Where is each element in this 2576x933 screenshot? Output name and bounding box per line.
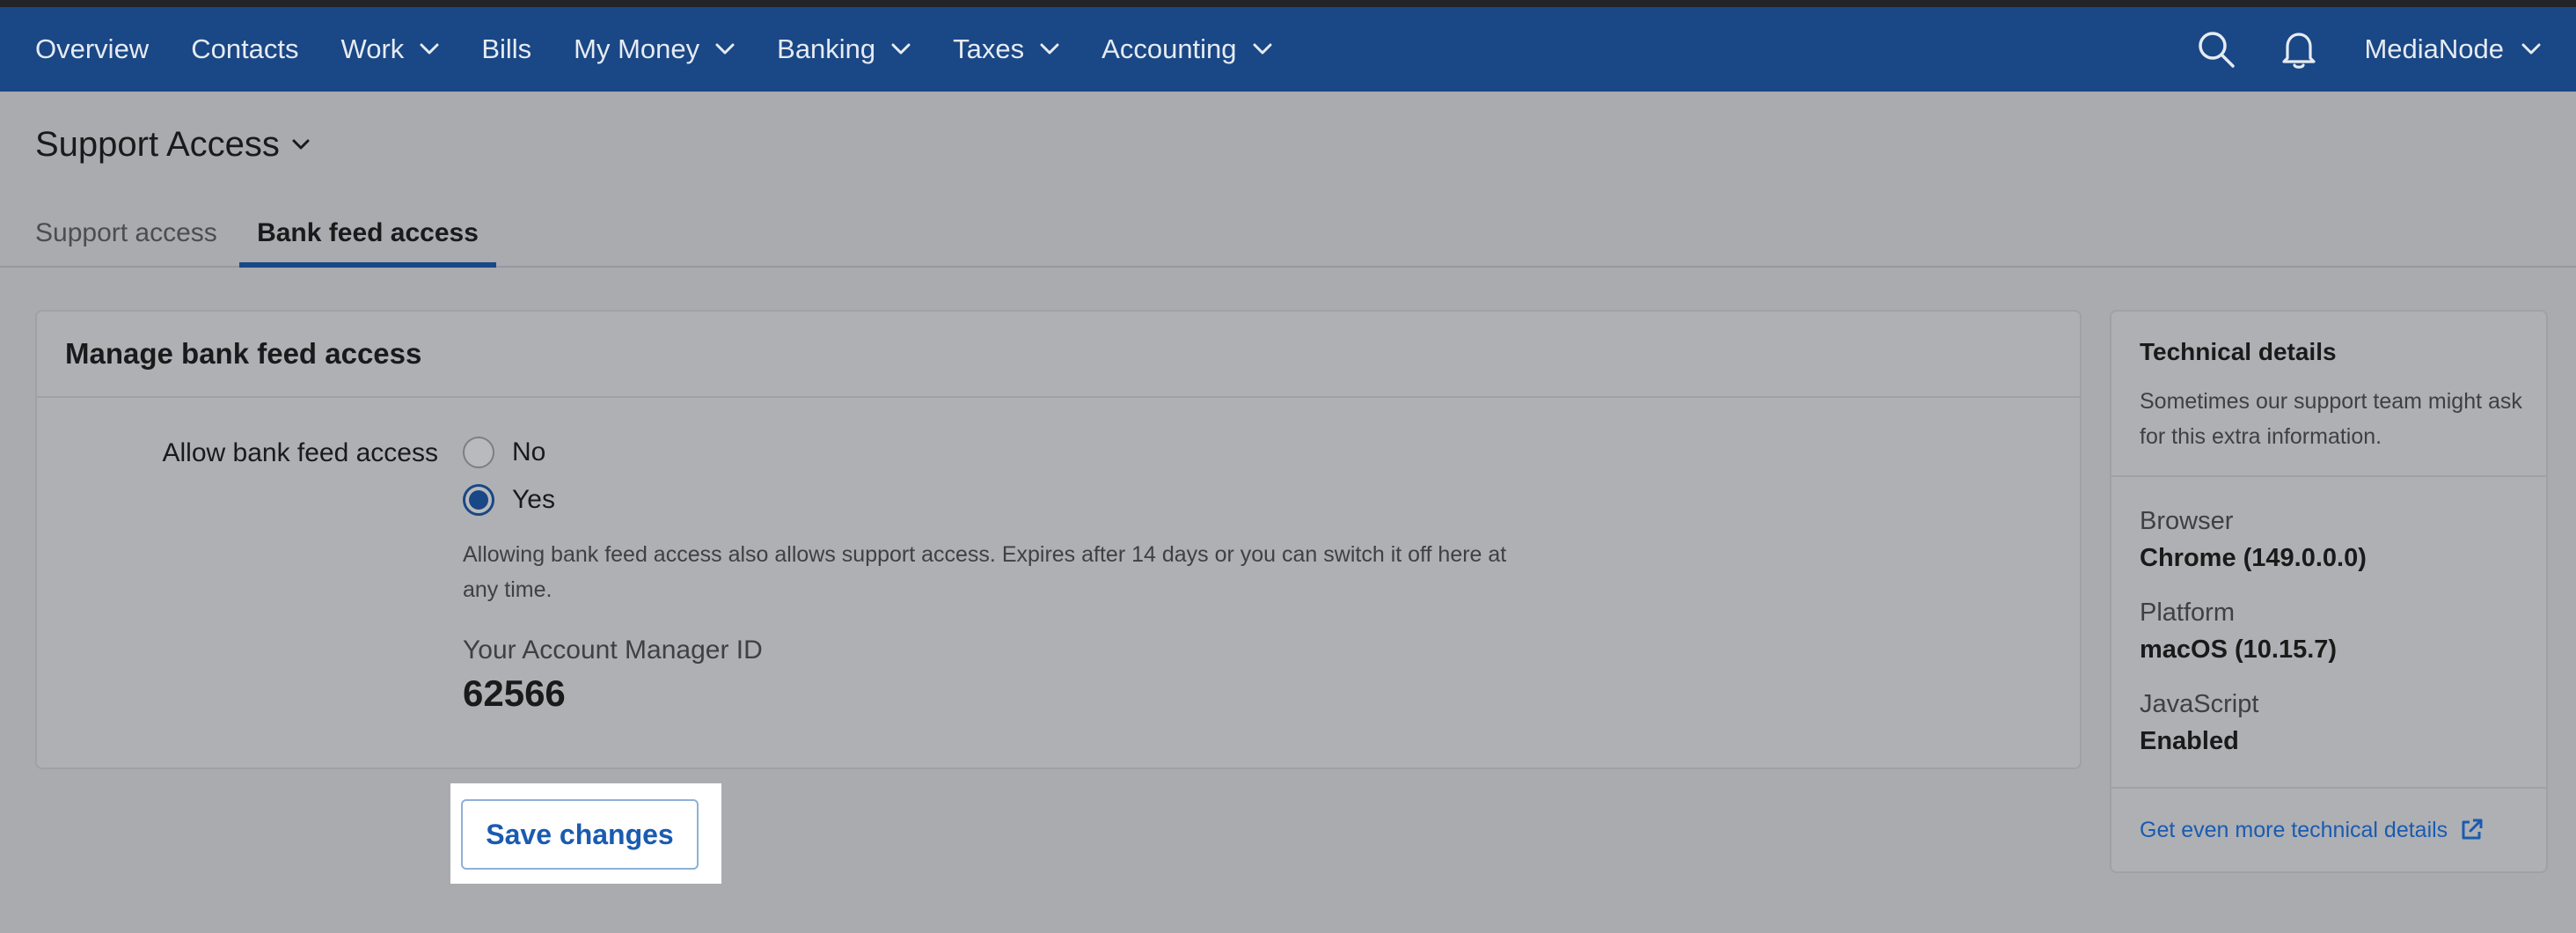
user-menu-label: MediaNode [2364, 33, 2504, 64]
radio-option-no[interactable]: No [463, 437, 545, 468]
tab-bank-feed-access[interactable]: Bank feed access [239, 199, 496, 268]
tab-label: Bank feed access [257, 218, 479, 247]
nav-item-contacts[interactable]: Contacts [191, 7, 298, 92]
javascript-value: Enabled [2140, 727, 2239, 755]
chevron-down-icon [2521, 43, 2541, 55]
tab-support-access[interactable]: Support access [35, 199, 217, 268]
technical-details-card: Technical details Sometimes our support … [2110, 310, 2548, 873]
chevron-down-icon [292, 139, 310, 150]
browser-value: Chrome (149.0.0.0) [2140, 544, 2367, 572]
radio-label: Yes [512, 485, 555, 514]
divider [2111, 475, 2546, 477]
platform-value: macOS (10.15.7) [2140, 635, 2338, 664]
radio-option-yes[interactable]: Yes [463, 484, 555, 516]
account-manager-label: Your Account Manager ID [463, 635, 763, 665]
nav-item-taxes[interactable]: Taxes [953, 7, 1059, 92]
nav-item-bills[interactable]: Bills [481, 7, 531, 92]
more-technical-details-link[interactable]: Get even more technical details [2140, 817, 2485, 843]
save-button-highlight: Save changes [450, 783, 721, 884]
nav-item-overview[interactable]: Overview [35, 7, 149, 92]
nav-item-label: Accounting [1101, 33, 1237, 64]
nav-item-label: Banking [777, 33, 876, 64]
radio-button[interactable] [463, 437, 494, 468]
technical-details-description: Sometimes our support team might ask for… [2140, 389, 2522, 449]
radio-button[interactable] [463, 484, 494, 516]
nav-item-label: Work [340, 33, 405, 64]
nav-item-banking[interactable]: Banking [777, 7, 911, 92]
nav-menu: Overview Contacts Work Bills My Money Ba… [35, 7, 1314, 92]
nav-item-label: My Money [574, 33, 700, 64]
divider [2111, 787, 2546, 789]
radio-label: No [512, 437, 546, 466]
platform-label: Platform [2140, 599, 2235, 627]
page-title: Support Access [35, 125, 280, 164]
nav-item-my-money[interactable]: My Money [574, 7, 735, 92]
nav-item-label: Contacts [191, 33, 299, 64]
search-icon[interactable] [2195, 28, 2237, 70]
chevron-down-icon [715, 43, 735, 55]
field-label: Allow bank feed access [162, 438, 438, 467]
nav-item-label: Taxes [953, 33, 1025, 64]
top-navbar: Overview Contacts Work Bills My Money Ba… [0, 7, 2576, 92]
bell-icon[interactable] [2278, 28, 2320, 70]
external-link-icon [2462, 819, 2483, 840]
user-menu[interactable]: MediaNode [2364, 33, 2541, 65]
window-top-strip [0, 0, 2576, 7]
manage-bank-feed-card: Manage bank feed access Allow bank feed … [35, 310, 2082, 769]
browser-label: Browser [2140, 507, 2234, 535]
javascript-label: JavaScript [2140, 690, 2259, 718]
chevron-down-icon [891, 43, 911, 55]
chevron-down-icon [1253, 43, 1272, 55]
tab-label: Support access [35, 218, 217, 247]
nav-item-accounting[interactable]: Accounting [1101, 7, 1272, 92]
nav-actions: MediaNode [2155, 7, 2541, 92]
tab-bar: Support access Bank feed access [0, 199, 2576, 268]
page-title-dropdown[interactable]: Support Access [35, 125, 310, 165]
chevron-down-icon [420, 43, 439, 55]
nav-item-label: Bills [481, 33, 532, 64]
link-label: Get even more technical details [2140, 817, 2448, 842]
radio-selected-dot [469, 490, 488, 510]
nav-item-label: Overview [35, 33, 150, 64]
account-manager-id: 62566 [463, 672, 566, 714]
card-title: Manage bank feed access [37, 312, 2080, 398]
help-text: Allowing bank feed access also allows su… [463, 542, 1507, 602]
nav-item-work[interactable]: Work [341, 7, 440, 92]
technical-details-title: Technical details [2140, 338, 2337, 365]
save-button[interactable]: Save changes [461, 799, 699, 870]
chevron-down-icon [1040, 43, 1059, 55]
